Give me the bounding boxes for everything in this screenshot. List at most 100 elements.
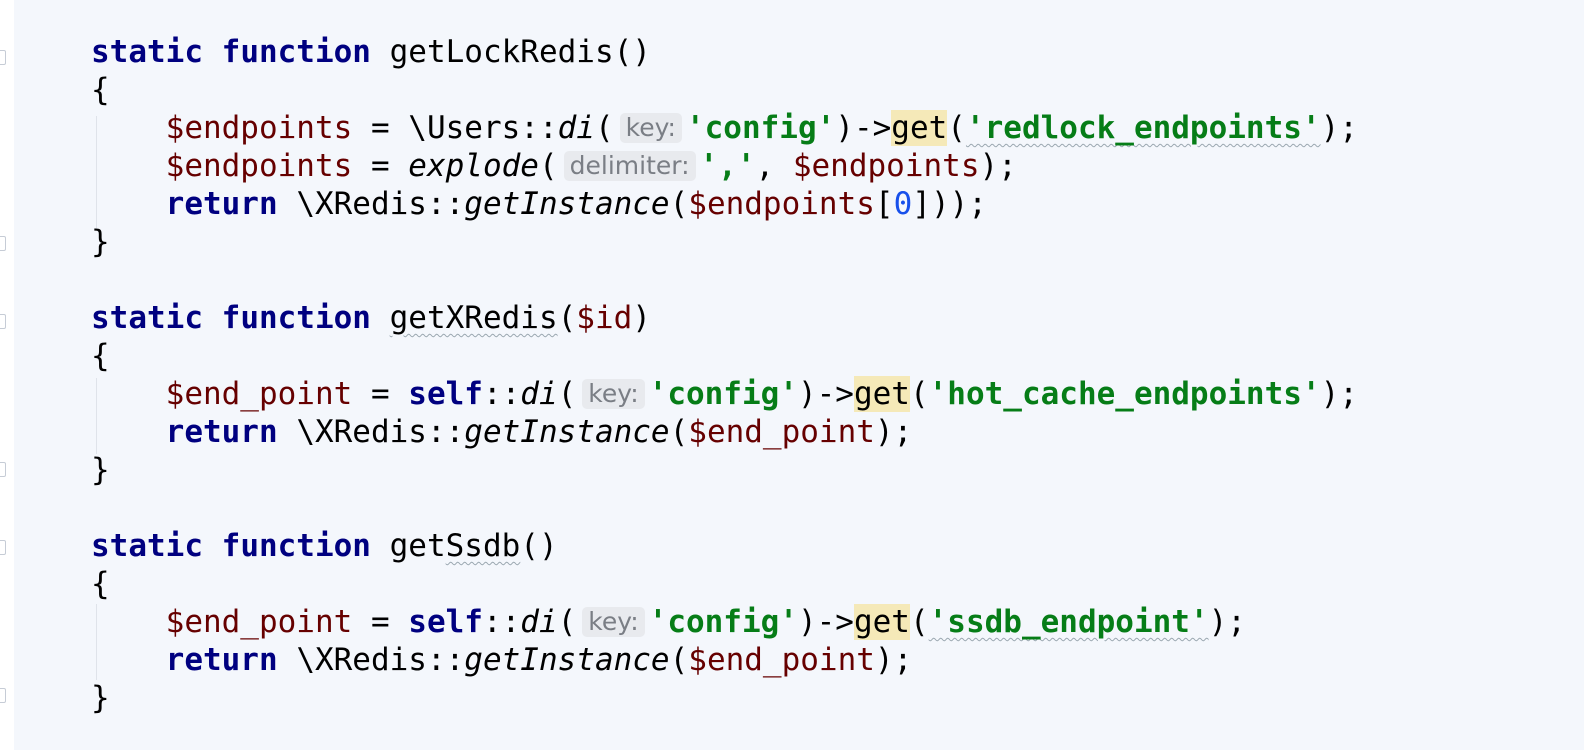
variable: $end_point <box>165 604 353 640</box>
code-line[interactable]: } <box>91 223 1358 261</box>
code-editor[interactable]: static function getLockRedis() { $endpoi… <box>0 0 1584 750</box>
variable: $endpoints <box>165 110 353 146</box>
index-open: [ <box>874 186 894 222</box>
string-literal: 'ssdb_endpoint' <box>928 604 1209 640</box>
variable: $endpoints <box>792 148 980 184</box>
line-tail: ); <box>979 148 1017 184</box>
fold-icon[interactable] <box>0 50 6 65</box>
keyword-return: return <box>165 642 278 678</box>
function-call[interactable]: explode <box>408 148 539 184</box>
open-brace: { <box>91 72 110 108</box>
code-line[interactable]: static function getXRedis($id) <box>91 299 1358 337</box>
scope-separator: :: <box>482 604 521 640</box>
close-brace: } <box>91 224 110 260</box>
string-literal: 'redlock_endpoints' <box>965 110 1321 146</box>
line-tail: ); <box>874 642 913 678</box>
method-call[interactable]: di <box>558 110 595 146</box>
variable: $end_point <box>688 414 875 450</box>
method-call[interactable]: di <box>520 604 557 640</box>
string-literal: 'config' <box>685 110 836 146</box>
line-tail: ); <box>949 186 987 222</box>
fold-icon[interactable] <box>0 236 6 251</box>
keyword-function: function <box>221 34 371 70</box>
code-line[interactable]: $endpoints = \Users::di(key:'config')->g… <box>91 109 1358 147</box>
code-line[interactable]: } <box>91 451 1358 489</box>
params-open: ( <box>557 300 577 336</box>
open-brace: { <box>91 566 110 602</box>
string-literal: 'config' <box>648 604 798 640</box>
fold-icon[interactable] <box>0 314 6 329</box>
close-brace: } <box>91 452 110 488</box>
keyword-self: self <box>408 376 483 412</box>
method-call-highlighted[interactable]: get <box>853 376 910 412</box>
variable: $end_point <box>688 642 875 678</box>
method-call[interactable]: getInstance <box>464 642 669 678</box>
string-literal: ',' <box>699 148 756 184</box>
params-close: ) <box>632 300 651 336</box>
operator: = <box>352 148 409 184</box>
close-brace: } <box>91 680 110 716</box>
parameter-hint: delimiter: <box>563 151 696 181</box>
method-call-highlighted[interactable]: get <box>853 604 910 640</box>
code-line[interactable]: static function getSsdb() <box>91 527 1358 565</box>
code-line[interactable]: $endpoints = explode(delimiter: ',', $end… <box>91 147 1358 185</box>
operator: = <box>352 110 409 146</box>
function-params: () <box>520 528 558 564</box>
string-literal: 'hot_cache_endpoints' <box>928 376 1321 412</box>
method-call[interactable]: getInstance <box>464 186 669 222</box>
code-line[interactable]: $end_point = self::di(key:'config')->get… <box>91 603 1358 641</box>
line-tail: ); <box>1320 110 1358 146</box>
function-params: () <box>613 34 651 70</box>
keyword-static: static <box>91 34 203 70</box>
variable: $endpoints <box>688 186 875 222</box>
parameter-hint: key: <box>582 379 645 409</box>
function-name-prefix[interactable]: get <box>390 528 446 564</box>
line-tail: ); <box>1208 604 1246 640</box>
keyword-static: static <box>91 528 203 564</box>
code-line[interactable]: } <box>91 679 1358 717</box>
fold-icon[interactable] <box>0 462 6 477</box>
open-brace: { <box>91 338 110 374</box>
code-line[interactable]: return \XRedis::getInstance($endpoints[0… <box>91 185 1358 223</box>
code-line[interactable]: { <box>91 71 1358 109</box>
class-prefix: \Users:: <box>408 110 558 146</box>
code-line[interactable]: static function getLockRedis() <box>91 33 1358 71</box>
parameter-hint: key: <box>582 607 645 637</box>
code-line[interactable] <box>91 489 1358 527</box>
code-lines: static function getLockRedis() { $endpoi… <box>91 33 1358 717</box>
method-call[interactable]: getInstance <box>464 414 669 450</box>
line-tail: ); <box>1320 376 1358 412</box>
code-line[interactable]: $end_point = self::di(key:'config')->get… <box>91 375 1358 413</box>
fold-icon[interactable] <box>0 540 6 555</box>
scope-separator: :: <box>482 376 521 412</box>
code-line[interactable]: return \XRedis::getInstance($end_point); <box>91 413 1358 451</box>
parameter-variable: $id <box>576 300 633 336</box>
operator: = <box>352 376 409 412</box>
keyword-function: function <box>221 528 371 564</box>
class-prefix: \XRedis:: <box>296 642 465 678</box>
editor-gutter[interactable] <box>0 0 14 750</box>
keyword-return: return <box>165 186 278 222</box>
number-literal: 0 <box>893 186 913 222</box>
fold-icon[interactable] <box>0 688 6 703</box>
keyword-return: return <box>165 414 278 450</box>
keyword-static: static <box>91 300 203 336</box>
separator: , <box>755 148 793 184</box>
variable: $endpoints <box>165 148 353 184</box>
code-line[interactable]: { <box>91 337 1358 375</box>
function-name[interactable]: getLockRedis <box>390 34 614 70</box>
function-name-suffix[interactable]: Ssdb <box>446 528 521 564</box>
keyword-self: self <box>408 604 483 640</box>
function-name[interactable]: getXRedis <box>390 300 558 336</box>
method-call-highlighted[interactable]: get <box>891 110 948 146</box>
keyword-function: function <box>221 300 371 336</box>
code-line[interactable]: { <box>91 565 1358 603</box>
class-prefix: \XRedis:: <box>296 186 465 222</box>
code-line[interactable]: return \XRedis::getInstance($end_point); <box>91 641 1358 679</box>
method-call[interactable]: di <box>520 376 557 412</box>
parameter-hint: key: <box>619 113 682 143</box>
variable: $end_point <box>165 376 353 412</box>
index-close: ] <box>912 186 931 222</box>
operator: = <box>352 604 409 640</box>
code-line[interactable] <box>91 261 1358 299</box>
